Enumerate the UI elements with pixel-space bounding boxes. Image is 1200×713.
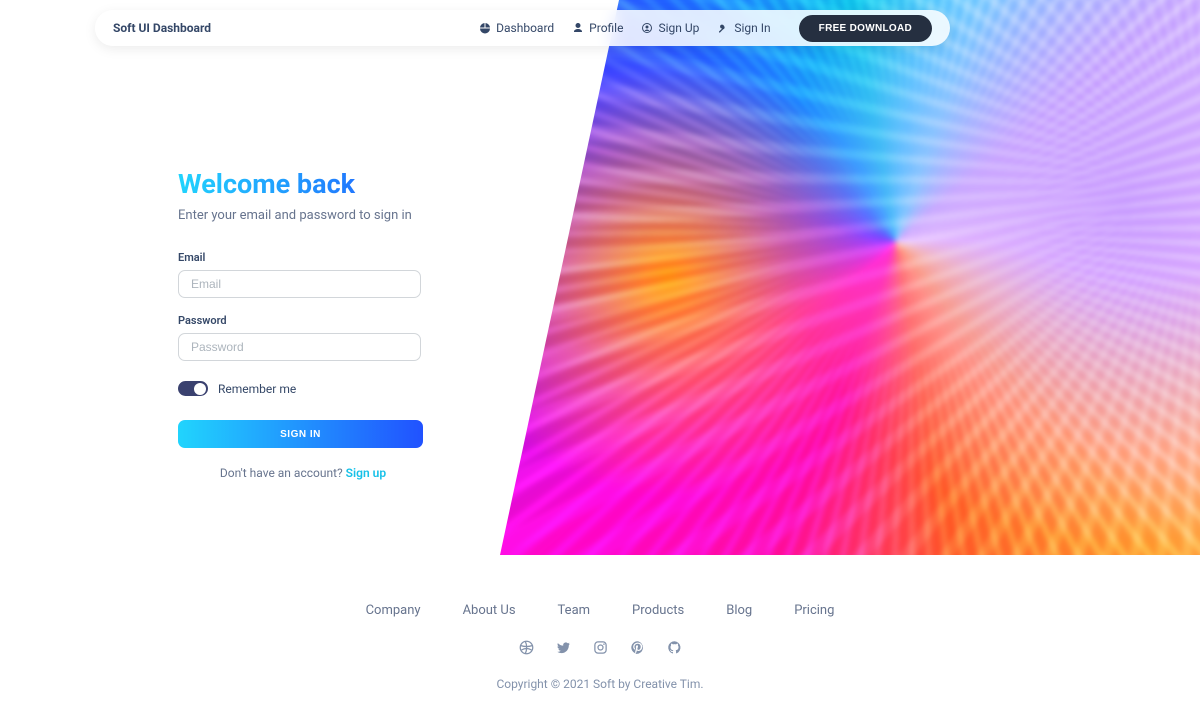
signup-prompt-text: Don't have an account? [220, 466, 346, 480]
signup-prompt: Don't have an account? Sign up [178, 466, 428, 480]
footer-link-team[interactable]: Team [558, 603, 591, 618]
pinterest-icon[interactable] [630, 640, 645, 655]
page-subtitle: Enter your email and password to sign in [178, 208, 428, 223]
footer: Company About Us Team Products Blog Pric… [0, 603, 1200, 691]
nav-signin-label: Sign In [734, 21, 770, 35]
page-title: Welcome back [178, 168, 428, 200]
badge-icon [641, 22, 653, 34]
pie-chart-icon [479, 22, 491, 34]
brand-title: Soft UI Dashboard [113, 21, 211, 35]
copyright-text: Copyright © 2021 Soft by Creative Tim. [0, 677, 1200, 691]
github-icon[interactable] [667, 640, 682, 655]
password-label: Password [178, 314, 428, 327]
signin-button[interactable]: SIGN IN [178, 420, 423, 448]
free-download-button[interactable]: FREE DOWNLOAD [799, 15, 932, 42]
nav-profile-label: Profile [589, 21, 623, 35]
remember-me-row: Remember me [178, 381, 428, 396]
nav-signin[interactable]: Sign In [717, 21, 770, 35]
footer-link-company[interactable]: Company [366, 603, 421, 618]
nav-profile[interactable]: Profile [572, 21, 623, 35]
dribbble-icon[interactable] [519, 640, 534, 655]
password-input[interactable] [178, 333, 421, 361]
navbar: Soft UI Dashboard Dashboard Profile Sign… [95, 10, 950, 46]
nav-links: Dashboard Profile Sign Up Sign In [479, 21, 771, 35]
nav-dashboard[interactable]: Dashboard [479, 21, 554, 35]
signin-form: Welcome back Enter your email and passwo… [178, 168, 428, 480]
signup-link[interactable]: Sign up [346, 466, 386, 480]
nav-signup-label: Sign Up [658, 21, 699, 35]
footer-link-products[interactable]: Products [632, 603, 684, 618]
email-label: Email [178, 251, 428, 264]
footer-link-pricing[interactable]: Pricing [794, 603, 834, 618]
nav-signup[interactable]: Sign Up [641, 21, 699, 35]
user-icon [572, 22, 584, 34]
footer-link-blog[interactable]: Blog [726, 603, 752, 618]
twitter-icon[interactable] [556, 640, 571, 655]
email-input[interactable] [178, 270, 421, 298]
footer-links: Company About Us Team Products Blog Pric… [0, 603, 1200, 618]
instagram-icon[interactable] [593, 640, 608, 655]
key-icon [717, 22, 729, 34]
footer-link-about[interactable]: About Us [463, 603, 516, 618]
remember-me-label: Remember me [218, 382, 296, 396]
social-icons [0, 640, 1200, 655]
nav-dashboard-label: Dashboard [496, 21, 554, 35]
hero-image [500, 0, 1200, 555]
remember-me-toggle[interactable] [178, 381, 208, 396]
